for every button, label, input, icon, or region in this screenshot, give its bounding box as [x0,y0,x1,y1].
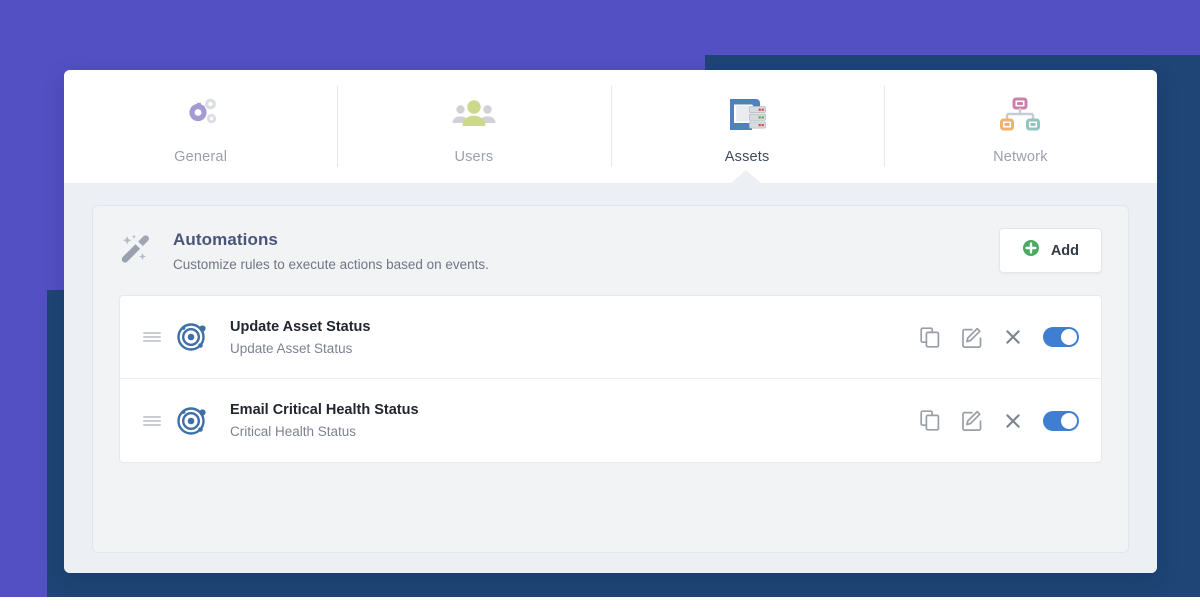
target-radar-icon [166,404,218,438]
page-subtitle: Customize rules to execute actions based… [173,256,489,272]
automations-title-block: Automations Customize rules to execute a… [173,230,999,272]
active-tab-pointer [730,170,762,184]
drag-handle-icon[interactable] [138,329,166,345]
close-x-icon[interactable] [1005,413,1021,429]
tab-general-label: General [174,148,228,165]
automation-rules-list: Update Asset Status Update Asset Status [119,295,1102,463]
table-row[interactable]: Update Asset Status Update Asset Status [120,296,1101,379]
edit-pencil-icon[interactable] [962,410,983,431]
tab-network[interactable]: Network [883,70,1157,183]
rule-subtitle: Update Asset Status [230,340,353,356]
copy-icon[interactable] [920,326,940,348]
screen-root: General Users Assets Network Automations… [0,0,1200,613]
gears-icon [177,93,225,139]
target-radar-icon [166,320,218,354]
toggle-knob [1061,412,1077,429]
automations-header: Automations Customize rules to execute a… [119,228,1102,273]
rule-enabled-toggle[interactable] [1043,410,1079,431]
add-button-label: Add [1050,242,1079,259]
plus-circle-icon [1022,239,1040,262]
network-topology-icon [996,93,1044,139]
tab-assets-label: Assets [724,148,770,165]
rule-title: Email Critical Health Status [230,402,419,418]
rule-text-block: Email Critical Health Status Critical He… [230,402,920,439]
tab-assets[interactable]: Assets [610,70,884,183]
rule-actions [920,410,1079,431]
copy-icon[interactable] [920,410,940,431]
users-icon [450,93,498,139]
settings-window: General Users Assets Network Automations… [64,70,1157,573]
automations-card: Automations Customize rules to execute a… [92,205,1129,553]
magic-wand-icon [119,232,159,270]
add-button[interactable]: Add [998,228,1102,273]
toggle-knob [1061,329,1077,345]
edit-pencil-icon[interactable] [962,327,983,348]
tab-general[interactable]: General [64,70,337,183]
assets-server-icon [723,93,771,139]
tab-users[interactable]: Users [337,70,610,183]
rule-subtitle: Critical Health Status [230,424,357,439]
rule-actions [920,326,1079,348]
page-title: Automations [173,229,278,249]
drag-handle-icon[interactable] [138,413,166,429]
table-row[interactable]: Email Critical Health Status Critical He… [120,379,1101,462]
rule-text-block: Update Asset Status Update Asset Status [230,319,920,356]
rule-title: Update Asset Status [230,318,371,335]
rule-enabled-toggle[interactable] [1043,327,1079,347]
tab-network-label: Network [993,148,1048,165]
tab-users-label: Users [454,148,494,165]
tab-bar: General Users Assets Network [64,70,1157,183]
assets-panel: Automations Customize rules to execute a… [64,170,1157,573]
close-x-icon[interactable] [1005,329,1021,345]
